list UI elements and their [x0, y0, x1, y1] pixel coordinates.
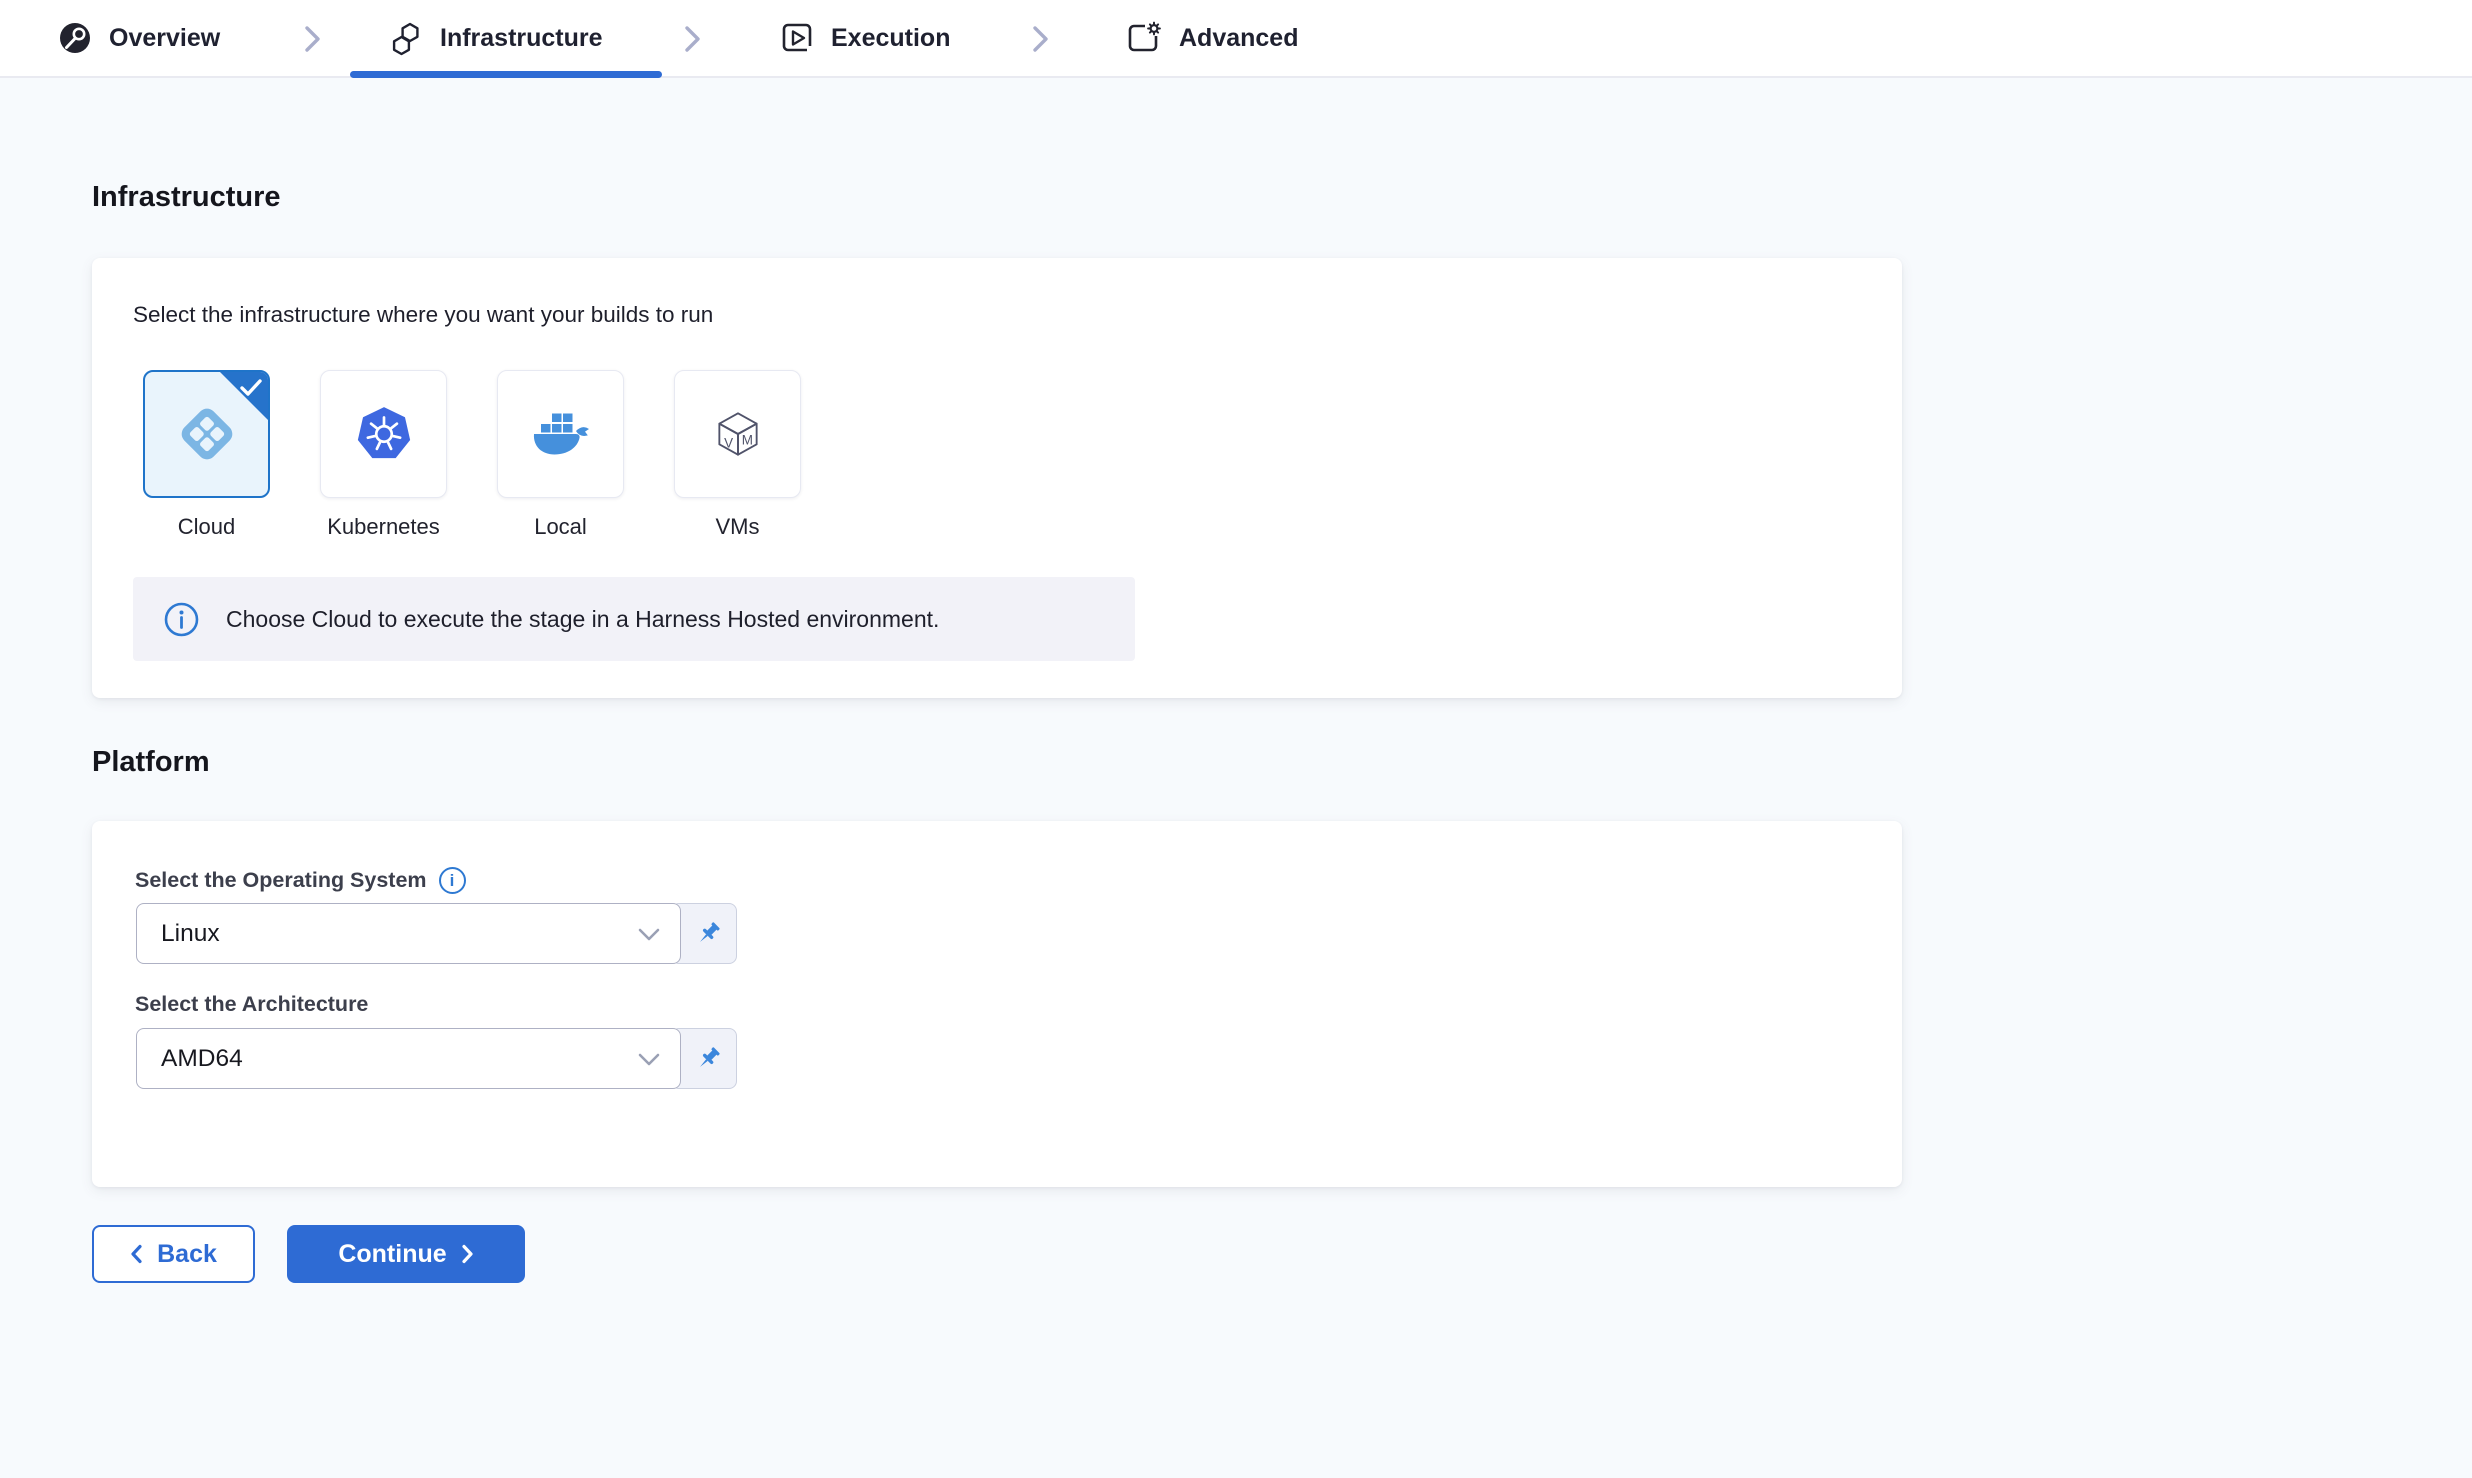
arch-select-group: AMD64: [136, 1028, 737, 1089]
option-vms-label: VMs: [716, 514, 760, 540]
pin-icon: [692, 1043, 724, 1075]
option-local-tile[interactable]: [497, 370, 624, 498]
option-kubernetes-tile[interactable]: [320, 370, 447, 498]
option-local: Local: [497, 370, 624, 540]
chevron-left-icon: [130, 1244, 143, 1264]
tab-infrastructure[interactable]: Infrastructure: [388, 0, 603, 76]
continue-button[interactable]: Continue: [287, 1225, 525, 1283]
check-icon: [240, 379, 262, 397]
tab-overview-label: Overview: [109, 24, 220, 53]
infrastructure-card: Select the infrastructure where you want…: [92, 258, 1902, 698]
option-cloud-label: Cloud: [178, 514, 235, 540]
option-cloud-tile[interactable]: [143, 370, 270, 498]
active-tab-underline: [350, 71, 662, 78]
platform-card: Select the Operating System i Linux Sele…: [92, 821, 1902, 1187]
tab-advanced[interactable]: Advanced: [1125, 0, 1298, 76]
arch-field-label-text: Select the Architecture: [135, 992, 368, 1017]
os-select[interactable]: Linux: [136, 903, 681, 964]
chevron-right-icon: [682, 24, 704, 54]
chevron-down-icon: [638, 1053, 660, 1067]
chevron-right-icon: [1030, 24, 1052, 54]
infrastructure-section-title: Infrastructure: [92, 181, 281, 214]
os-field-label-text: Select the Operating System: [135, 868, 427, 893]
tab-execution-label: Execution: [831, 24, 950, 53]
tab-infrastructure-label: Infrastructure: [440, 24, 603, 53]
infrastructure-options: Cloud Kuber: [143, 370, 801, 540]
chevron-right-icon: [302, 24, 324, 54]
option-kubernetes-label: Kubernetes: [327, 514, 440, 540]
option-vms-tile[interactable]: V M: [674, 370, 801, 498]
arch-select-value: AMD64: [161, 1045, 243, 1073]
svg-text:M: M: [741, 432, 752, 447]
info-banner: Choose Cloud to execute the stage in a H…: [133, 577, 1135, 661]
chevron-down-icon: [638, 928, 660, 942]
os-select-group: Linux: [136, 903, 737, 964]
option-cloud: Cloud: [143, 370, 270, 540]
os-field-label: Select the Operating System i: [135, 867, 466, 894]
option-vms: V M VMs: [674, 370, 801, 540]
vm-cube-icon: V M: [709, 405, 767, 463]
docker-icon: [529, 407, 593, 461]
os-info-icon[interactable]: i: [439, 867, 466, 894]
back-button[interactable]: Back: [92, 1225, 255, 1283]
os-select-value: Linux: [161, 920, 220, 948]
infrastructure-prompt: Select the infrastructure where you want…: [133, 302, 713, 328]
chevron-right-icon: [461, 1244, 474, 1264]
info-icon: [163, 601, 200, 638]
tab-advanced-label: Advanced: [1179, 24, 1298, 53]
back-button-label: Back: [157, 1240, 217, 1269]
kubernetes-icon: [353, 405, 415, 463]
option-kubernetes: Kubernetes: [320, 370, 447, 540]
footer-actions: Back Continue: [92, 1225, 525, 1283]
tab-execution[interactable]: Execution: [779, 0, 950, 76]
pin-icon: [692, 918, 724, 950]
advanced-icon: [1125, 20, 1163, 56]
overview-icon: [57, 20, 93, 56]
execution-icon: [779, 20, 815, 56]
wizard-tab-bar: Overview Infrastructure Execution: [0, 0, 2472, 78]
arch-select[interactable]: AMD64: [136, 1028, 681, 1089]
info-banner-text: Choose Cloud to execute the stage in a H…: [226, 606, 939, 633]
option-local-label: Local: [534, 514, 587, 540]
svg-text:V: V: [724, 435, 733, 450]
platform-section-title: Platform: [92, 746, 210, 779]
continue-button-label: Continue: [338, 1240, 446, 1269]
tab-overview[interactable]: Overview: [57, 0, 220, 76]
arch-field-label: Select the Architecture: [135, 992, 368, 1017]
infrastructure-icon: [388, 20, 424, 57]
